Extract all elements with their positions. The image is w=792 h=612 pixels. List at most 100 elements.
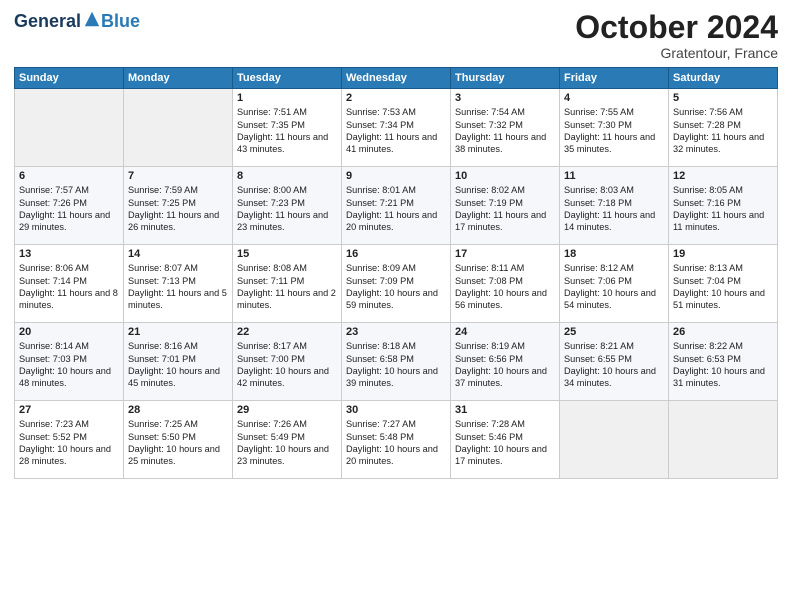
- week-row-5: 27 Sunrise: 7:23 AM Sunset: 5:52 PM Dayl…: [15, 401, 778, 479]
- sunrise-text: Sunrise: 8:18 AM: [346, 340, 446, 352]
- sunset-text: Sunset: 7:08 PM: [455, 275, 555, 287]
- daylight-text: Daylight: 11 hours and 2 minutes.: [237, 287, 337, 312]
- month-title: October 2024: [575, 10, 778, 45]
- cell-content: Sunrise: 7:55 AM Sunset: 7:30 PM Dayligh…: [564, 106, 664, 156]
- day-number: 20: [19, 326, 119, 338]
- calendar-cell: 21 Sunrise: 8:16 AM Sunset: 7:01 PM Dayl…: [124, 323, 233, 401]
- sunrise-text: Sunrise: 7:27 AM: [346, 418, 446, 430]
- sunset-text: Sunset: 7:35 PM: [237, 119, 337, 131]
- calendar-cell: 15 Sunrise: 8:08 AM Sunset: 7:11 PM Dayl…: [233, 245, 342, 323]
- day-number: 9: [346, 170, 446, 182]
- calendar-table: SundayMondayTuesdayWednesdayThursdayFrid…: [14, 67, 778, 479]
- daylight-text: Daylight: 11 hours and 23 minutes.: [237, 209, 337, 234]
- calendar-cell: 16 Sunrise: 8:09 AM Sunset: 7:09 PM Dayl…: [342, 245, 451, 323]
- sunset-text: Sunset: 7:19 PM: [455, 197, 555, 209]
- day-number: 27: [19, 404, 119, 416]
- day-number: 8: [237, 170, 337, 182]
- cell-content: Sunrise: 8:22 AM Sunset: 6:53 PM Dayligh…: [673, 340, 773, 390]
- cell-content: Sunrise: 8:01 AM Sunset: 7:21 PM Dayligh…: [346, 184, 446, 234]
- day-number: 30: [346, 404, 446, 416]
- cell-content: Sunrise: 7:27 AM Sunset: 5:48 PM Dayligh…: [346, 418, 446, 468]
- weekday-wednesday: Wednesday: [342, 68, 451, 89]
- calendar-cell: 26 Sunrise: 8:22 AM Sunset: 6:53 PM Dayl…: [669, 323, 778, 401]
- day-number: 5: [673, 92, 773, 104]
- sunset-text: Sunset: 7:09 PM: [346, 275, 446, 287]
- cell-content: Sunrise: 7:53 AM Sunset: 7:34 PM Dayligh…: [346, 106, 446, 156]
- sunrise-text: Sunrise: 8:09 AM: [346, 262, 446, 274]
- sunrise-text: Sunrise: 8:00 AM: [237, 184, 337, 196]
- sunrise-text: Sunrise: 8:13 AM: [673, 262, 773, 274]
- weekday-thursday: Thursday: [451, 68, 560, 89]
- daylight-text: Daylight: 10 hours and 45 minutes.: [128, 365, 228, 390]
- cell-content: Sunrise: 7:57 AM Sunset: 7:26 PM Dayligh…: [19, 184, 119, 234]
- day-number: 7: [128, 170, 228, 182]
- sunset-text: Sunset: 7:11 PM: [237, 275, 337, 287]
- sunrise-text: Sunrise: 7:54 AM: [455, 106, 555, 118]
- cell-content: Sunrise: 8:08 AM Sunset: 7:11 PM Dayligh…: [237, 262, 337, 312]
- sunrise-text: Sunrise: 8:21 AM: [564, 340, 664, 352]
- weekday-sunday: Sunday: [15, 68, 124, 89]
- day-number: 15: [237, 248, 337, 260]
- daylight-text: Daylight: 10 hours and 28 minutes.: [19, 443, 119, 468]
- sunset-text: Sunset: 7:04 PM: [673, 275, 773, 287]
- calendar-cell: 1 Sunrise: 7:51 AM Sunset: 7:35 PM Dayli…: [233, 89, 342, 167]
- sunset-text: Sunset: 7:01 PM: [128, 353, 228, 365]
- cell-content: Sunrise: 8:19 AM Sunset: 6:56 PM Dayligh…: [455, 340, 555, 390]
- sunrise-text: Sunrise: 7:55 AM: [564, 106, 664, 118]
- sunrise-text: Sunrise: 8:12 AM: [564, 262, 664, 274]
- calendar-cell: 31 Sunrise: 7:28 AM Sunset: 5:46 PM Dayl…: [451, 401, 560, 479]
- daylight-text: Daylight: 11 hours and 32 minutes.: [673, 131, 773, 156]
- daylight-text: Daylight: 11 hours and 41 minutes.: [346, 131, 446, 156]
- sunset-text: Sunset: 5:46 PM: [455, 431, 555, 443]
- calendar-cell: 3 Sunrise: 7:54 AM Sunset: 7:32 PM Dayli…: [451, 89, 560, 167]
- logo-general: General: [14, 12, 81, 30]
- week-row-4: 20 Sunrise: 8:14 AM Sunset: 7:03 PM Dayl…: [15, 323, 778, 401]
- day-number: 31: [455, 404, 555, 416]
- calendar-cell: 23 Sunrise: 8:18 AM Sunset: 6:58 PM Dayl…: [342, 323, 451, 401]
- day-number: 24: [455, 326, 555, 338]
- day-number: 19: [673, 248, 773, 260]
- sunset-text: Sunset: 7:28 PM: [673, 119, 773, 131]
- cell-content: Sunrise: 7:28 AM Sunset: 5:46 PM Dayligh…: [455, 418, 555, 468]
- calendar-cell: 11 Sunrise: 8:03 AM Sunset: 7:18 PM Dayl…: [560, 167, 669, 245]
- day-number: 28: [128, 404, 228, 416]
- location: Gratentour, France: [575, 45, 778, 61]
- sunset-text: Sunset: 7:00 PM: [237, 353, 337, 365]
- calendar-cell: 30 Sunrise: 7:27 AM Sunset: 5:48 PM Dayl…: [342, 401, 451, 479]
- week-row-2: 6 Sunrise: 7:57 AM Sunset: 7:26 PM Dayli…: [15, 167, 778, 245]
- sunset-text: Sunset: 5:50 PM: [128, 431, 228, 443]
- header: General Blue October 2024 Gratentour, Fr…: [14, 10, 778, 61]
- sunset-text: Sunset: 7:30 PM: [564, 119, 664, 131]
- cell-content: Sunrise: 7:56 AM Sunset: 7:28 PM Dayligh…: [673, 106, 773, 156]
- cell-content: Sunrise: 8:21 AM Sunset: 6:55 PM Dayligh…: [564, 340, 664, 390]
- cell-content: Sunrise: 8:03 AM Sunset: 7:18 PM Dayligh…: [564, 184, 664, 234]
- daylight-text: Daylight: 11 hours and 26 minutes.: [128, 209, 228, 234]
- sunset-text: Sunset: 6:56 PM: [455, 353, 555, 365]
- sunset-text: Sunset: 7:25 PM: [128, 197, 228, 209]
- daylight-text: Daylight: 10 hours and 31 minutes.: [673, 365, 773, 390]
- day-number: 21: [128, 326, 228, 338]
- calendar-cell: 8 Sunrise: 8:00 AM Sunset: 7:23 PM Dayli…: [233, 167, 342, 245]
- cell-content: Sunrise: 7:59 AM Sunset: 7:25 PM Dayligh…: [128, 184, 228, 234]
- calendar-cell: 20 Sunrise: 8:14 AM Sunset: 7:03 PM Dayl…: [15, 323, 124, 401]
- calendar-cell: 18 Sunrise: 8:12 AM Sunset: 7:06 PM Dayl…: [560, 245, 669, 323]
- cell-content: Sunrise: 8:17 AM Sunset: 7:00 PM Dayligh…: [237, 340, 337, 390]
- cell-content: Sunrise: 7:54 AM Sunset: 7:32 PM Dayligh…: [455, 106, 555, 156]
- calendar-cell: [560, 401, 669, 479]
- sunrise-text: Sunrise: 8:19 AM: [455, 340, 555, 352]
- day-number: 13: [19, 248, 119, 260]
- calendar-cell: 6 Sunrise: 7:57 AM Sunset: 7:26 PM Dayli…: [15, 167, 124, 245]
- cell-content: Sunrise: 8:00 AM Sunset: 7:23 PM Dayligh…: [237, 184, 337, 234]
- logo-icon: [83, 10, 101, 28]
- daylight-text: Daylight: 11 hours and 35 minutes.: [564, 131, 664, 156]
- cell-content: Sunrise: 8:07 AM Sunset: 7:13 PM Dayligh…: [128, 262, 228, 312]
- sunrise-text: Sunrise: 7:26 AM: [237, 418, 337, 430]
- day-number: 16: [346, 248, 446, 260]
- sunrise-text: Sunrise: 8:11 AM: [455, 262, 555, 274]
- day-number: 26: [673, 326, 773, 338]
- calendar-page: General Blue October 2024 Gratentour, Fr…: [0, 0, 792, 612]
- sunrise-text: Sunrise: 8:08 AM: [237, 262, 337, 274]
- sunrise-text: Sunrise: 8:01 AM: [346, 184, 446, 196]
- calendar-cell: 13 Sunrise: 8:06 AM Sunset: 7:14 PM Dayl…: [15, 245, 124, 323]
- sunrise-text: Sunrise: 7:57 AM: [19, 184, 119, 196]
